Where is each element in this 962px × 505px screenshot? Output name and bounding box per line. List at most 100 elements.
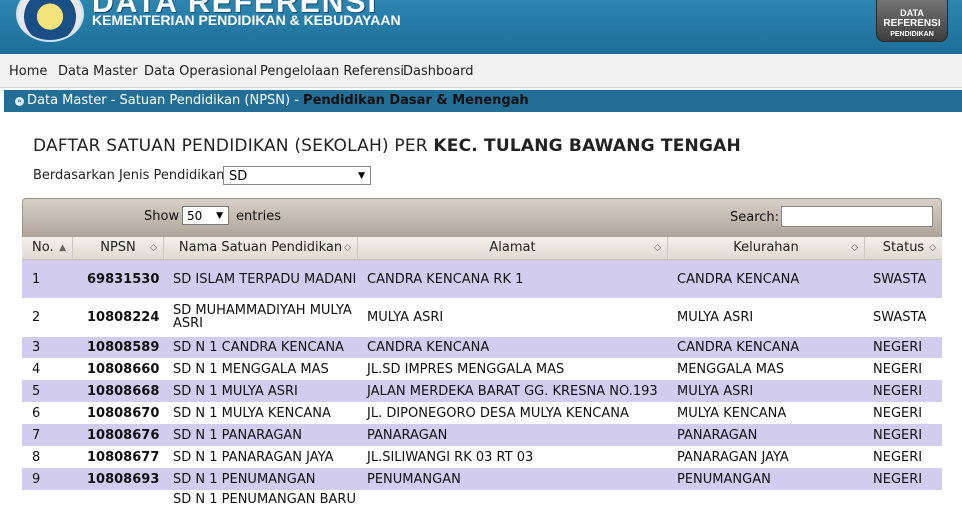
sort-both-icon: ◇ <box>929 243 936 253</box>
cell-alamat: PENUMANGAN <box>367 471 461 487</box>
cell-no: 8 <box>32 449 41 465</box>
table-row[interactable]: 5 10808668 SD N 1 MULYA ASRI JALAN MERDE… <box>22 380 942 402</box>
site-header: DATA REFERENSI KEMENTERIAN PENDIDIKAN & … <box>0 0 962 54</box>
show-label: Show <box>144 209 180 224</box>
entries-per-page-select[interactable]: 50 ▼ <box>182 206 229 225</box>
table-row[interactable]: 3 10808589 SD N 1 CANDRA KENCANA CANDRA … <box>22 337 942 358</box>
table-row[interactable]: 1 69831530 SD ISLAM TERPADU MADANI CANDR… <box>22 260 942 298</box>
column-header-npsn[interactable]: NPSN ◇ <box>73 237 164 259</box>
entries-per-page-value: 50 <box>187 209 203 223</box>
column-header-status[interactable]: Status ◇ <box>865 237 942 259</box>
cell-status: SWASTA <box>873 309 927 325</box>
main-menu: Home Data Master Data Operasional Pengel… <box>0 55 962 88</box>
cell-npsn: 10808670 <box>87 405 160 421</box>
cell-alamat: CANDRA KENCANA RK 1 <box>367 271 524 287</box>
cell-kelurahan: MULYA ASRI <box>677 383 754 399</box>
cell-nama: SD N 1 PANARAGAN <box>173 427 303 443</box>
cell-no: 4 <box>32 361 41 377</box>
breadcrumb-bullet-icon: » <box>15 97 24 106</box>
sort-asc-icon: ▲ <box>59 243 66 253</box>
tut-wuri-handayani-logo-icon <box>16 0 84 42</box>
search-label: Search: <box>730 210 780 225</box>
cell-kelurahan: PENUMANGAN <box>677 471 771 487</box>
menu-home[interactable]: Home <box>9 64 47 79</box>
menu-data-master[interactable]: Data Master <box>58 64 138 79</box>
table-row[interactable]: 7 10808676 SD N 1 PANARAGAN PANARAGAN PA… <box>22 424 942 446</box>
cell-nama: SD ISLAM TERPADU MADANI <box>173 271 357 287</box>
cell-kelurahan: PANARAGAN <box>677 427 758 443</box>
cell-nama: SD N 1 PENUMANGAN BARU <box>173 492 356 505</box>
column-header-kelurahan[interactable]: Kelurahan ◇ <box>668 237 865 259</box>
cell-no: 6 <box>32 405 41 421</box>
breadcrumb: » Data Master - Satuan Pendidikan (NPSN) … <box>4 90 962 112</box>
cell-alamat: MULYA ASRI <box>367 309 444 325</box>
sort-both-icon: ◇ <box>654 243 661 253</box>
cell-kelurahan: CANDRA KENCANA <box>677 340 800 355</box>
cell-kelurahan: CANDRA KENCANA <box>677 271 800 287</box>
cell-alamat: JALAN MERDEKA BARAT GG. KRESNA NO.193 <box>367 383 658 399</box>
table-header: No. ▲ NPSN ◇ Nama Satuan Pendidikan ◇ Alama… <box>22 237 942 260</box>
cell-status: NEGERI <box>873 427 923 443</box>
sort-both-icon: ◇ <box>150 243 157 253</box>
cell-nama: SD N 1 MENGGALA MAS <box>173 361 329 377</box>
select-arrow-icon: ▼ <box>358 171 365 181</box>
cell-kelurahan: MULYA KENCANA <box>677 405 787 421</box>
cell-kelurahan: MENGGALA MAS <box>677 361 785 377</box>
table-row[interactable]: 6 10808670 SD N 1 MULYA KENCANA JL. DIPO… <box>22 402 942 424</box>
sort-both-icon: ◇ <box>344 243 351 253</box>
breadcrumb-path[interactable]: Data Master - Satuan Pendidikan (NPSN) - <box>27 93 303 108</box>
cell-nama: SD N 1 CANDRA KENCANA <box>173 340 344 355</box>
cell-status: NEGERI <box>873 361 923 377</box>
table-row[interactable]: 2 10808224 SD MUHAMMADIYAH MULYA ASRI MU… <box>22 298 942 336</box>
cell-no: 7 <box>32 427 41 443</box>
cell-no: 1 <box>32 271 41 287</box>
page-title-location: KEC. TULANG BAWANG TENGAH <box>433 136 741 156</box>
table-row[interactable]: 10 10808694 SD N 1 PENUMANGAN BARU PENUM… <box>22 491 942 505</box>
column-header-nama[interactable]: Nama Satuan Pendidikan ◇ <box>164 237 358 259</box>
cell-status: NEGERI <box>865 491 942 505</box>
breadcrumb-current: Pendidikan Dasar & Menengah <box>303 93 529 108</box>
cell-status: NEGERI <box>873 340 923 355</box>
cell-npsn: 10808660 <box>87 361 160 377</box>
cell-alamat: JL.SILIWANGI RK 03 RT 03 <box>367 449 534 465</box>
cell-kelurahan: MULYA ASRI <box>677 309 754 325</box>
cell-alamat: JL.SD IMPRES MENGGALA MAS <box>367 361 565 377</box>
cell-no: 2 <box>32 309 41 325</box>
cell-nama: SD N 1 PENUMANGAN <box>173 471 316 487</box>
menu-data-operasional[interactable]: Data Operasional <box>144 64 257 79</box>
cell-no: 5 <box>32 383 41 399</box>
column-header-alamat[interactable]: Alamat ◇ <box>358 237 668 259</box>
search-input[interactable] <box>781 206 933 227</box>
menu-pengelolaan-referensi[interactable]: Pengelolaan Referensi <box>260 64 404 79</box>
jenis-pendidikan-select[interactable]: SD ▼ <box>223 166 371 185</box>
cell-no: 10 <box>22 491 73 505</box>
cell-npsn: 10808693 <box>87 471 160 487</box>
cell-npsn: 10808668 <box>87 383 160 399</box>
menu-dashboard[interactable]: Dashboard <box>403 64 474 79</box>
cell-npsn: 10808677 <box>87 449 160 465</box>
cell-no: 3 <box>32 340 41 355</box>
cell-npsn: 10808676 <box>87 427 160 443</box>
cell-alamat: CANDRA KENCANA <box>367 340 490 355</box>
table-row[interactable]: 4 10808660 SD N 1 MENGGALA MAS JL.SD IMP… <box>22 358 942 380</box>
cell-status: NEGERI <box>873 383 923 399</box>
badge-line-2: REFERENSI <box>883 18 941 29</box>
cell-nama: SD N 1 MULYA ASRI <box>173 383 298 399</box>
cell-npsn: 10808694 <box>73 491 164 505</box>
cell-nama: SD N 1 MULYA KENCANA <box>173 405 331 421</box>
table-row[interactable]: 8 10808677 SD N 1 PANARAGAN JAYA JL.SILI… <box>22 446 942 468</box>
cell-npsn: 10808224 <box>87 309 160 325</box>
jenis-pendidikan-value: SD <box>229 169 248 184</box>
cell-nama: SD N 1 PANARAGAN JAYA <box>173 449 334 465</box>
table-row[interactable]: 9 10808693 SD N 1 PENUMANGAN PENUMANGAN … <box>22 468 942 490</box>
filter-label: Berdasarkan Jenis Pendidikan: <box>33 168 229 183</box>
cell-status: NEGERI <box>873 449 923 465</box>
column-header-no[interactable]: No. ▲ <box>22 237 73 259</box>
page-title: DAFTAR SATUAN PENDIDIKAN (SEKOLAH) PER K… <box>33 136 741 156</box>
cell-npsn: 10808589 <box>87 340 160 355</box>
data-referensi-badge[interactable]: DATA REFERENSI PENDIDIKAN <box>876 0 948 42</box>
cell-status: NEGERI <box>873 471 923 487</box>
page-title-prefix: DAFTAR SATUAN PENDIDIKAN (SEKOLAH) PER <box>33 136 434 156</box>
cell-alamat: JL. DIPONEGORO DESA MULYA KENCANA <box>367 405 629 421</box>
cell-nama: SD MUHAMMADIYAH MULYA ASRI <box>173 303 352 331</box>
